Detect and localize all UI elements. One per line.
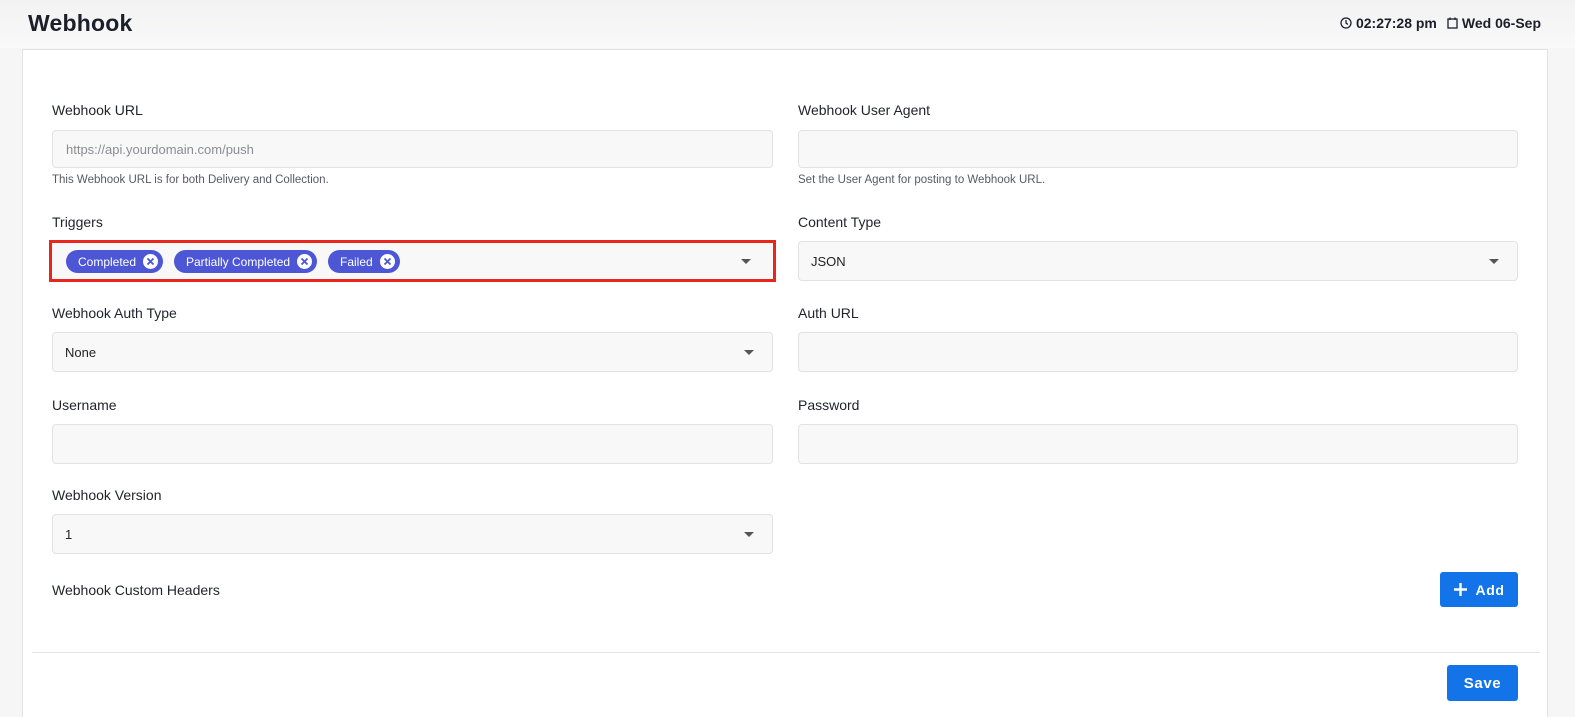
username-label: Username [52,397,117,413]
version-label: Webhook Version [52,487,162,503]
trigger-chip-failed: Failed [328,250,400,273]
clock-icon [1340,17,1352,29]
content-type-select[interactable]: JSON [798,241,1518,281]
trigger-chip-completed: Completed [66,250,164,273]
triggers-multiselect[interactable]: Completed Partially Completed Failed [49,240,776,282]
content-type-value: JSON [811,254,846,269]
remove-chip-icon[interactable] [143,254,159,269]
calendar-icon [1447,17,1458,29]
remove-chip-icon[interactable] [297,254,313,269]
plus-icon [1454,583,1468,596]
auth-url-input[interactable] [798,332,1518,372]
chevron-down-icon[interactable] [741,259,751,264]
webhook-url-label: Webhook URL [52,102,143,118]
user-agent-label: Webhook User Agent [798,102,931,118]
webhook-url-help: This Webhook URL is for both Delivery an… [52,174,329,186]
trigger-chip-partially-completed: Partially Completed [174,250,318,273]
auth-type-value: None [65,345,97,360]
remove-chip-icon[interactable] [379,254,395,269]
add-header-button[interactable]: Add [1440,572,1518,607]
content-type-label: Content Type [798,214,882,230]
current-time: 02:27:28 pm [1355,15,1437,31]
chevron-down-icon[interactable] [1489,259,1499,264]
webhook-url-input[interactable]: https://api.yourdomain.com/push [52,130,773,168]
auth-type-select[interactable]: None [52,332,773,372]
custom-headers-label: Webhook Custom Headers [52,582,220,598]
password-label: Password [798,397,860,413]
trigger-chip-label: Completed [78,254,137,269]
chevron-down-icon[interactable] [744,350,754,355]
version-value: 1 [65,527,73,542]
username-input[interactable] [52,424,773,464]
page-title: Webhook [28,10,133,36]
triggers-label: Triggers [52,214,103,230]
version-select[interactable]: 1 [52,514,773,554]
save-label: Save [1463,674,1502,692]
save-button[interactable]: Save [1447,665,1518,701]
auth-url-label: Auth URL [798,305,859,321]
current-date: Wed 06-Sep [1461,15,1541,31]
top-bar: Webhook 02:27:28 pm Wed 06-Sep [0,0,1575,48]
trigger-chip-label: Failed [340,254,373,269]
add-header-label: Add [1475,581,1505,598]
footer-divider [32,652,1540,653]
auth-type-label: Webhook Auth Type [52,305,177,321]
chevron-down-icon[interactable] [744,532,754,537]
user-agent-input[interactable] [798,130,1518,168]
clock-area: 02:27:28 pm Wed 06-Sep [1340,15,1541,31]
webhook-url-placeholder: https://api.yourdomain.com/push [66,142,254,157]
password-input[interactable] [798,424,1518,464]
trigger-chip-label: Partially Completed [186,254,291,269]
user-agent-help: Set the User Agent for posting to Webhoo… [798,174,1046,186]
